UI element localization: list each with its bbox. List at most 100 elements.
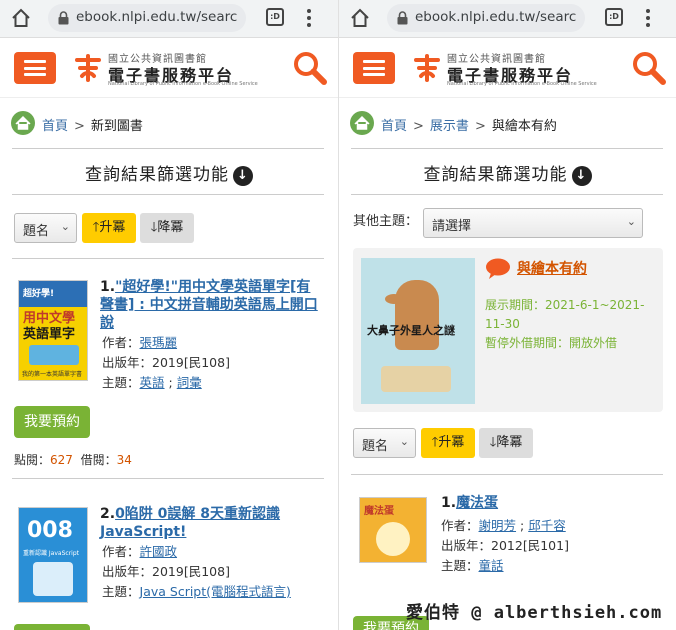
- sort-descending-button[interactable]: 🡓降冪: [479, 428, 533, 458]
- home-icon[interactable]: [350, 8, 370, 28]
- book-cover[interactable]: 魔法蛋: [359, 497, 427, 563]
- address-bar[interactable]: ebook.nlpi.edu.tw/searc: [387, 4, 585, 32]
- address-bar[interactable]: ebook.nlpi.edu.tw/searc: [48, 4, 246, 32]
- exhibition-period: 展示期間：2021-6-1~2021-11-30: [485, 298, 645, 331]
- sort-descending-label: 降冪: [157, 220, 184, 235]
- subject-label: 主題：: [441, 558, 479, 573]
- exhibition-suspend: 暫停外借期間：開放外借: [485, 336, 618, 350]
- sort-ascending-label: 升冪: [99, 220, 126, 235]
- cover-subtitle: 重新認識 JavaScript: [23, 550, 79, 557]
- search-icon[interactable]: [631, 50, 667, 86]
- borrows-count: 34: [116, 453, 132, 467]
- divider: [351, 194, 663, 195]
- exhibition-title[interactable]: 與繪本有約: [517, 258, 587, 278]
- sort-ascending-button[interactable]: 🡑升冪: [421, 428, 475, 458]
- cover-title: 008: [27, 518, 73, 543]
- year-value: 2012[民101]: [491, 538, 569, 553]
- sort-field-value: 題名: [23, 224, 50, 239]
- more-menu-icon[interactable]: [645, 8, 651, 28]
- breadcrumb-separator: >: [413, 119, 424, 134]
- tabs-icon[interactable]: :D: [605, 8, 623, 26]
- year-label: 出版年：: [441, 538, 492, 553]
- watermark: 愛伯特 @ alberthsieh.com: [406, 603, 663, 623]
- breadcrumb-showcase-link[interactable]: 展示書: [430, 119, 469, 134]
- sort-ascending-button[interactable]: 🡑升冪: [82, 213, 136, 243]
- exhibition-info: 展示期間：2021-6-1~2021-11-30 暫停外借期間：開放外借: [485, 296, 657, 353]
- right-screen: ebook.nlpi.edu.tw/searc :D 國立公共資訊圖書館 電子書…: [338, 0, 676, 630]
- divider: [351, 148, 663, 149]
- sort-field-value: 題名: [362, 439, 389, 454]
- book-cover[interactable]: 超好學! 用中文學 英語單字 我的第一本英語單字書: [18, 280, 88, 381]
- subject-link[interactable]: 童話: [479, 558, 504, 573]
- reserve-button[interactable]: 我要預約: [14, 406, 90, 438]
- tabs-icon[interactable]: :D: [266, 8, 284, 26]
- filter-toggle[interactable]: 查詢結果篩選功能 ↓: [339, 160, 676, 186]
- book-title-link[interactable]: 1."超好學!"用中文學英語單字[有聲書] : 中文拼音輔助英語馬上開口說: [100, 278, 324, 332]
- subject-label: 主題：: [102, 375, 140, 390]
- sort-field-select[interactable]: 題名 ⌄: [14, 213, 77, 243]
- site-logo[interactable]: 國立公共資訊圖書館 電子書服務平台 National Library of Pu…: [413, 50, 613, 88]
- borrows-label: 借閱：: [80, 453, 117, 467]
- logo-mark-icon: [75, 54, 101, 82]
- book-year-row: 出版年：2019[民108]: [102, 353, 230, 373]
- exhibition-cover[interactable]: 大鼻子外星人之謎: [361, 258, 475, 404]
- chevron-down-icon: ⌄: [399, 435, 409, 448]
- breadcrumb-home-icon[interactable]: [349, 110, 375, 136]
- author-link[interactable]: 邱千容: [528, 518, 566, 533]
- sort-descending-button[interactable]: 🡓降冪: [140, 213, 194, 243]
- book-title-link[interactable]: 1.魔法蛋: [441, 494, 663, 512]
- author-link[interactable]: 謝明芳: [479, 518, 517, 533]
- lock-icon: [58, 11, 69, 25]
- url-text: ebook.nlpi.edu.tw/searc: [76, 9, 238, 25]
- breadcrumb-home-icon[interactable]: [10, 110, 36, 136]
- breadcrumb-home-link[interactable]: 首頁: [381, 119, 407, 134]
- cover-tagline: 我的第一本英語單字書: [22, 371, 83, 378]
- divider: [12, 478, 324, 479]
- cover-title-line2: 英語單字: [23, 327, 76, 342]
- filter-title: 查詢結果篩選功能: [423, 165, 568, 185]
- hamburger-menu-button[interactable]: [353, 52, 395, 84]
- author-link[interactable]: 許國政: [140, 544, 178, 559]
- lock-icon: [397, 11, 408, 25]
- book-title: 魔法蛋: [456, 495, 499, 511]
- divider: [12, 148, 324, 149]
- author-separator: ;: [520, 518, 525, 533]
- speech-bubble-icon: [486, 258, 510, 279]
- subject-link[interactable]: 英語: [140, 375, 165, 390]
- cover-title-line1: 用中文學: [23, 311, 76, 326]
- year-label: 出版年：: [102, 564, 153, 579]
- reserve-button-partial[interactable]: [14, 624, 90, 630]
- sort-field-select[interactable]: 題名 ⌄: [353, 428, 416, 458]
- divider: [351, 474, 663, 475]
- hamburger-menu-button[interactable]: [14, 52, 56, 84]
- author-link[interactable]: 張瑪麗: [140, 335, 178, 350]
- subject-link[interactable]: 詞彙: [177, 375, 202, 390]
- sort-descending-label: 降冪: [496, 435, 523, 450]
- browser-toolbar: ebook.nlpi.edu.tw/searc :D: [0, 0, 338, 38]
- subject-link[interactable]: Java Script(電腦程式語言): [140, 584, 291, 599]
- book-title: 0陷阱 0誤解 8天重新認識JavaScript!: [100, 506, 281, 540]
- left-screen: ebook.nlpi.edu.tw/searc :D 國立公共資訊圖書館 電子書…: [0, 0, 338, 630]
- site-header: 國立公共資訊圖書館 電子書服務平台 National Library of Pu…: [339, 40, 676, 98]
- views-count: 627: [50, 453, 73, 467]
- more-menu-icon[interactable]: [306, 8, 312, 28]
- book-number: 2.: [100, 506, 116, 522]
- cover-title: 魔法蛋: [364, 506, 394, 517]
- home-icon[interactable]: [11, 8, 31, 28]
- divider: [12, 258, 324, 259]
- year-label: 出版年：: [102, 355, 153, 370]
- site-logo[interactable]: 國立公共資訊圖書館 電子書服務平台 National Library of Pu…: [74, 50, 274, 88]
- logo-platform-name-en: National Library of Public Information e…: [108, 81, 258, 87]
- search-icon[interactable]: [292, 50, 328, 86]
- breadcrumb-home-link[interactable]: 首頁: [42, 119, 68, 134]
- book-cover[interactable]: 008 重新認識 JavaScript: [18, 507, 88, 603]
- other-topic-select[interactable]: 請選擇 ⌄: [423, 208, 643, 238]
- book-title-link[interactable]: 2.0陷阱 0誤解 8天重新認識JavaScript!: [100, 505, 324, 541]
- book-author-row: 作者：謝明芳 ; 邱千容: [441, 516, 566, 536]
- filter-toggle[interactable]: 查詢結果篩選功能 ↓: [0, 160, 338, 186]
- breadcrumb-separator: >: [474, 119, 486, 134]
- url-text: ebook.nlpi.edu.tw/searc: [415, 9, 577, 25]
- subject-separator: ;: [168, 375, 173, 390]
- filter-title: 查詢結果篩選功能: [85, 165, 229, 185]
- book-subject-row: 主題：Java Script(電腦程式語言): [102, 582, 291, 602]
